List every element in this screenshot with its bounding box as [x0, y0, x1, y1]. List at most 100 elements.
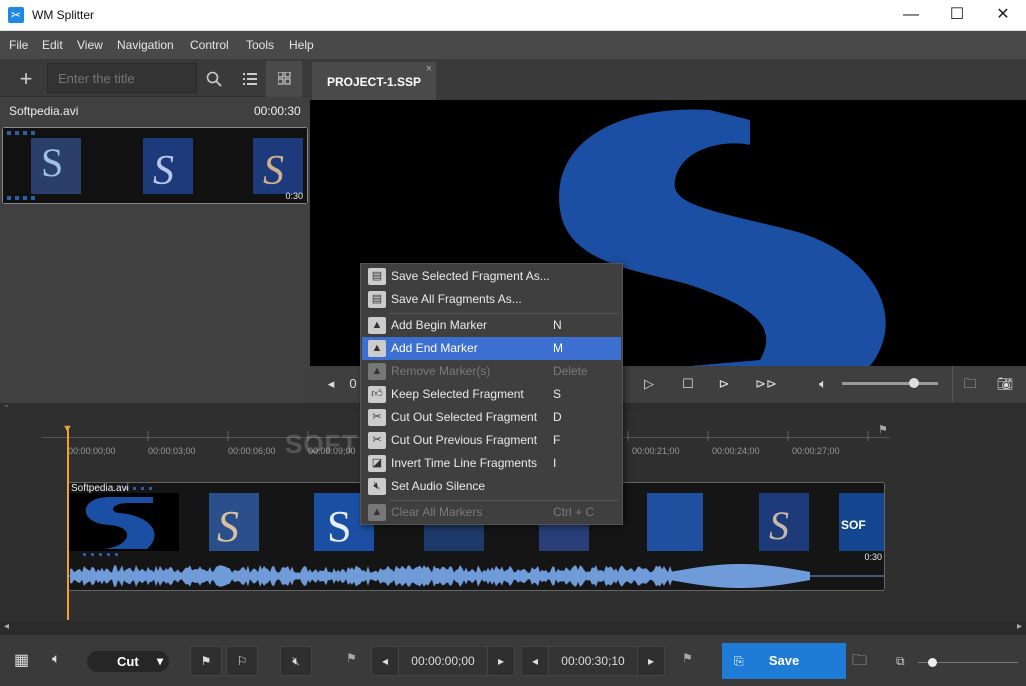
snapshot-icon[interactable]: 📷︎: [990, 366, 1020, 402]
output-folder-icon[interactable]: 🗀: [852, 650, 867, 675]
audio-track-toggle-icon[interactable]: 🔈︎: [52, 650, 60, 667]
svg-text:S: S: [217, 502, 239, 551]
zoom-icon: ⧉: [896, 654, 905, 668]
svg-text:S: S: [41, 140, 63, 185]
tab-project[interactable]: PROJECT-1.SSP ×: [312, 62, 436, 100]
mute-icon: 🔇︎: [292, 654, 300, 668]
playhead[interactable]: [67, 430, 69, 620]
add-end-marker-button[interactable]: ⚐: [226, 646, 258, 676]
zoom-slider[interactable]: [918, 658, 1018, 667]
begin-flag-icon: ⚑: [346, 651, 357, 665]
title-bar: ✂ WM Splitter — ☐ ✕: [0, 0, 1026, 31]
cut-selected-icon: ✂: [368, 409, 386, 426]
invert-icon: ◪: [368, 455, 386, 472]
ruler-label: 00:00:06;00: [228, 446, 276, 456]
volume-knob[interactable]: [909, 378, 919, 388]
play-button[interactable]: ▷: [634, 366, 664, 402]
menu-view[interactable]: View: [77, 38, 103, 52]
begin-marker-icon: ⚑: [200, 654, 212, 668]
menu-item-clear-all-markers[interactable]: ▲ Clear All Markers Ctrl + C: [362, 501, 621, 524]
mute-fragment-button[interactable]: 🔇︎: [280, 646, 312, 676]
tab-project-label: PROJECT-1.SSP: [327, 75, 422, 89]
add-file-button[interactable]: +: [8, 61, 44, 97]
tab-close-icon[interactable]: ×: [426, 63, 432, 75]
add-begin-marker-button[interactable]: ⚑: [190, 646, 222, 676]
end-time-field[interactable]: 00:00:30;10: [548, 646, 638, 676]
menu-item-add-begin-marker[interactable]: ▲ Add Begin Marker N: [362, 314, 621, 337]
open-folder-icon[interactable]: 🗀: [955, 366, 985, 402]
zoom-knob[interactable]: [928, 658, 937, 667]
start-time-field[interactable]: 00:00:00;00: [398, 646, 488, 676]
menu-item-save-selected-fragment[interactable]: ▤ Save Selected Fragment As...: [362, 265, 621, 288]
track-clip-label: Softpedia.avi: [71, 483, 129, 494]
menu-control[interactable]: Control: [190, 38, 229, 52]
stop-button[interactable]: ☐: [673, 366, 703, 402]
playhead-handle-icon[interactable]: ▼: [62, 424, 74, 435]
menu-item-save-all-fragments[interactable]: ▤ Save All Fragments As...: [362, 288, 621, 311]
clip-filmstrip: S S S: [3, 128, 307, 203]
context-menu: ▤ Save Selected Fragment As... ▤ Save Al…: [360, 263, 623, 525]
end-marker-flag-icon[interactable]: ⚑: [878, 423, 888, 436]
maximize-button[interactable]: ☐: [934, 0, 980, 31]
prev-frame-button[interactable]: ◂: [316, 366, 346, 402]
grid-icon: [277, 71, 290, 85]
grid-view-button[interactable]: [266, 61, 302, 97]
remove-marker-icon: ▲: [368, 363, 386, 380]
end-marker-icon: ▲: [368, 340, 386, 357]
ruler-label: 00:00:21;00: [632, 446, 680, 456]
menu-file[interactable]: File: [9, 38, 28, 52]
ruler-label: 00:00:24;00: [712, 446, 760, 456]
volume-slider[interactable]: [842, 378, 938, 388]
end-flag-icon: ⚑: [682, 651, 693, 665]
menu-item-invert-fragments[interactable]: ◪ Invert Time Line Fragments I: [362, 452, 621, 475]
menu-navigation[interactable]: Navigation: [117, 38, 174, 52]
next-fragment-button[interactable]: ⊳⊳: [751, 366, 781, 402]
begin-prev-button[interactable]: ◂: [371, 646, 399, 676]
svg-text:S: S: [327, 502, 351, 551]
svg-text:S: S: [153, 148, 174, 194]
save-button[interactable]: ⎘ Save: [722, 643, 846, 679]
menu-tools[interactable]: Tools: [246, 38, 274, 52]
mode-dropdown[interactable]: Cut ▾: [87, 651, 169, 672]
menu-item-add-end-marker[interactable]: ▲ Add End Marker M: [362, 337, 621, 360]
begin-next-button[interactable]: ▸: [487, 646, 515, 676]
minimize-button[interactable]: —: [888, 0, 934, 31]
search-input[interactable]: [47, 63, 197, 93]
timeline-scrollbar[interactable]: ◂ ▸: [0, 621, 1026, 635]
menu-item-cut-out-selected[interactable]: ✂ Cut Out Selected Fragment D: [362, 406, 621, 429]
library-file-duration: 00:00:30: [254, 104, 301, 118]
search-button[interactable]: [196, 61, 232, 97]
mute-icon: 🔇︎: [368, 478, 386, 495]
menu-item-cut-out-previous[interactable]: ✂ Cut Out Previous Fragment F: [362, 429, 621, 452]
clear-markers-icon: ▲: [368, 504, 386, 521]
filmstrip-toggle-icon[interactable]: ▦: [14, 650, 29, 670]
library-file-name: Softpedia.avi: [9, 104, 79, 118]
menu-help[interactable]: Help: [289, 38, 314, 52]
ruler-label: 00:00:27;00: [792, 446, 840, 456]
begin-marker-icon: ▲: [368, 317, 386, 334]
end-marker-icon: ⚐: [236, 654, 248, 668]
menu-item-keep-selected-fragment[interactable]: 👍︎ Keep Selected Fragment S: [362, 383, 621, 406]
cut-previous-icon: ✂: [368, 432, 386, 449]
volume-icon[interactable]: 🔈︎: [808, 366, 838, 402]
end-next-button[interactable]: ▸: [637, 646, 665, 676]
app-icon: ✂: [8, 7, 24, 23]
end-prev-button[interactable]: ◂: [521, 646, 549, 676]
mode-value: Cut: [117, 654, 139, 669]
svg-text:S: S: [769, 503, 789, 548]
library-clip-thumbnail[interactable]: S S S 0:30: [2, 127, 308, 204]
next-frame-button[interactable]: ⊳: [709, 366, 739, 402]
list-view-button[interactable]: [232, 61, 268, 97]
svg-text:S: S: [263, 148, 284, 194]
window-title: WM Splitter: [32, 8, 95, 22]
track-clip-badge: 0:30: [864, 552, 882, 562]
menu-edit[interactable]: Edit: [42, 38, 63, 52]
player-timecode: 0: [349, 376, 357, 391]
audio-waveform: [70, 564, 810, 588]
close-button[interactable]: ✕: [980, 0, 1026, 31]
save-icon: ⎘: [734, 654, 744, 668]
save-fragment-icon: ▤: [368, 268, 386, 285]
menu-item-set-audio-silence[interactable]: 🔇︎ Set Audio Silence: [362, 475, 621, 498]
menu-item-remove-markers[interactable]: ▲ Remove Marker(s) Delete: [362, 360, 621, 383]
save-all-icon: ▤: [368, 291, 386, 308]
